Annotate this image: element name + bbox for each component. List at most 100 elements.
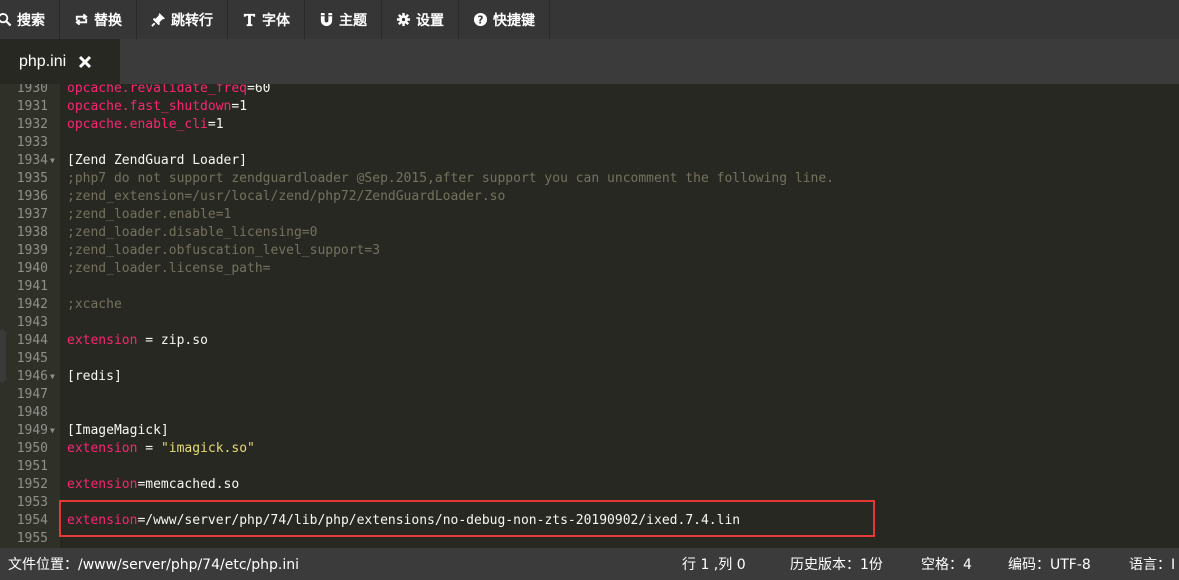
question-circle-icon: ? (473, 12, 488, 27)
code-line: 1934 ▼ [Zend ZendGuard Loader] (0, 152, 1179, 170)
code-line: 1945 (0, 350, 1179, 368)
gear-icon (396, 12, 411, 27)
tab-php-ini[interactable]: php.ini (0, 39, 120, 84)
encoding-setting[interactable]: 编码：UTF-8 (1008, 548, 1091, 580)
code-line: 1943 (0, 314, 1179, 332)
code-line: 1952 extension=memcached.so (0, 476, 1179, 494)
language-setting[interactable]: 语言：I (1129, 548, 1175, 580)
line-number: 1941 (16, 279, 48, 294)
code-string: "imagick.so" (160, 441, 255, 456)
code-value: =60 (247, 84, 271, 96)
code-line: 1940 ;zend_loader.license_path= (0, 260, 1179, 278)
code-key: extension (67, 477, 138, 492)
code-line: 1936 ;zend_extension=/usr/local/zend/php7… (0, 188, 1179, 206)
code-line: 1949 ▼ [ImageMagick] (0, 422, 1179, 440)
pushpin-icon (151, 12, 166, 27)
goto-line-label: 跳转行 (171, 12, 213, 29)
code-line: 1931 opcache.fast_shutdown=1 (0, 98, 1179, 116)
line-number: 1946 (16, 369, 48, 384)
line-number: 1952 (16, 477, 48, 492)
history-versions[interactable]: 历史版本：1份 (790, 548, 883, 580)
replace-button[interactable]: 替换 (60, 0, 137, 39)
code-operator: = (137, 441, 161, 456)
fold-arrow-icon[interactable]: ▼ (50, 152, 55, 170)
code-lines: 1930 opcache.revalidate_freq=60 1931 opcac… (0, 84, 1179, 548)
code-line: 1933 (0, 134, 1179, 152)
shortcuts-label: 快捷键 (493, 12, 535, 29)
magnet-icon (319, 12, 334, 27)
line-number: 1933 (16, 135, 48, 150)
line-number: 1940 (16, 261, 48, 276)
line-number: 1953 (16, 495, 48, 510)
search-button[interactable]: 搜索 (0, 0, 60, 39)
line-number: 1938 (16, 225, 48, 240)
svg-text:?: ? (478, 14, 484, 26)
code-key: opcache.enable_cli (67, 117, 208, 132)
line-number: 1955 (16, 531, 48, 546)
code-comment: ;php7 do not support zendguardloader @Se… (67, 171, 835, 186)
line-number: 1954 (16, 513, 48, 528)
code-key: opcache.fast_shutdown (67, 99, 232, 114)
code-line: 1938 ;zend_loader.disable_licensing=0 (0, 224, 1179, 242)
code-comment: ;zend_loader.enable=1 (67, 207, 232, 222)
code-line: 1939 ;zend_loader.obfuscation_level_suppo… (0, 242, 1179, 260)
code-section: [ImageMagick] (67, 423, 169, 438)
line-number: 1944 (16, 333, 48, 348)
indent-setting[interactable]: 空格：4 (921, 548, 972, 580)
line-number: 1930 (16, 84, 48, 96)
fold-arrow-icon[interactable]: ▼ (50, 368, 55, 386)
code-value: =1 (207, 117, 224, 132)
code-comment: ;zend_loader.disable_licensing=0 (67, 225, 318, 240)
goto-line-button[interactable]: 跳转行 (137, 0, 228, 39)
code-key: extension (67, 333, 138, 348)
code-line: 1942 ;xcache (0, 296, 1179, 314)
text-icon (242, 12, 257, 27)
line-number: 1947 (16, 387, 48, 402)
font-button[interactable]: 字体 (228, 0, 305, 39)
search-icon (0, 12, 12, 27)
code-line: 1932 opcache.enable_cli=1 (0, 116, 1179, 134)
code-line: 1937 ;zend_loader.enable=1 (0, 206, 1179, 224)
line-number: 1948 (16, 405, 48, 420)
line-number: 1939 (16, 243, 48, 258)
code-value: =1 (231, 99, 248, 114)
line-number: 1949 (16, 423, 48, 438)
line-number: 1945 (16, 351, 48, 366)
theme-button[interactable]: 主题 (305, 0, 382, 39)
close-icon[interactable] (78, 55, 92, 69)
code-comment: ;zend_loader.license_path= (67, 261, 271, 276)
code-line: 1948 (0, 404, 1179, 422)
font-label: 字体 (262, 12, 290, 29)
code-line: 1951 (0, 458, 1179, 476)
line-number: 1934 (16, 153, 48, 168)
code-comment: ;zend_loader.obfuscation_level_support=3 (67, 243, 381, 258)
line-number: 1943 (16, 315, 48, 330)
line-number: 1935 (16, 171, 48, 186)
replace-label: 替换 (94, 12, 122, 29)
settings-label: 设置 (416, 12, 444, 29)
replace-icon (74, 12, 89, 27)
code-section: [redis] (67, 369, 122, 384)
fold-arrow-icon[interactable]: ▼ (50, 422, 55, 440)
cursor-position[interactable]: 行 1 ,列 0 (682, 548, 746, 580)
code-line: 1941 (0, 278, 1179, 296)
code-value: =memcached.so (137, 477, 240, 492)
toolbar: 搜索 替换 跳转行 字体 主题 设置 ? 快捷键 (0, 0, 1179, 39)
line-number: 1950 (16, 441, 48, 456)
status-bar: 文件位置：/www/server/php/74/etc/php.ini 行 1 … (0, 548, 1179, 580)
tab-label: php.ini (19, 52, 67, 70)
line-number: 1942 (16, 297, 48, 312)
line-number: 1937 (16, 207, 48, 222)
code-key: extension (67, 441, 138, 456)
file-path: 文件位置：/www/server/php/74/etc/php.ini (8, 557, 299, 573)
line-number: 1951 (16, 459, 48, 474)
shortcuts-button[interactable]: ? 快捷键 (459, 0, 550, 39)
code-line: 1930 opcache.revalidate_freq=60 (0, 84, 1179, 98)
settings-button[interactable]: 设置 (382, 0, 459, 39)
line-number: 1932 (16, 117, 48, 132)
code-editor[interactable]: 1930 opcache.revalidate_freq=60 1931 opcac… (0, 84, 1179, 548)
code-line: 1947 (0, 386, 1179, 404)
highlight-annotation-box (59, 500, 875, 537)
code-line: 1946 ▼ [redis] (0, 368, 1179, 386)
tab-bar: php.ini (0, 39, 1179, 84)
